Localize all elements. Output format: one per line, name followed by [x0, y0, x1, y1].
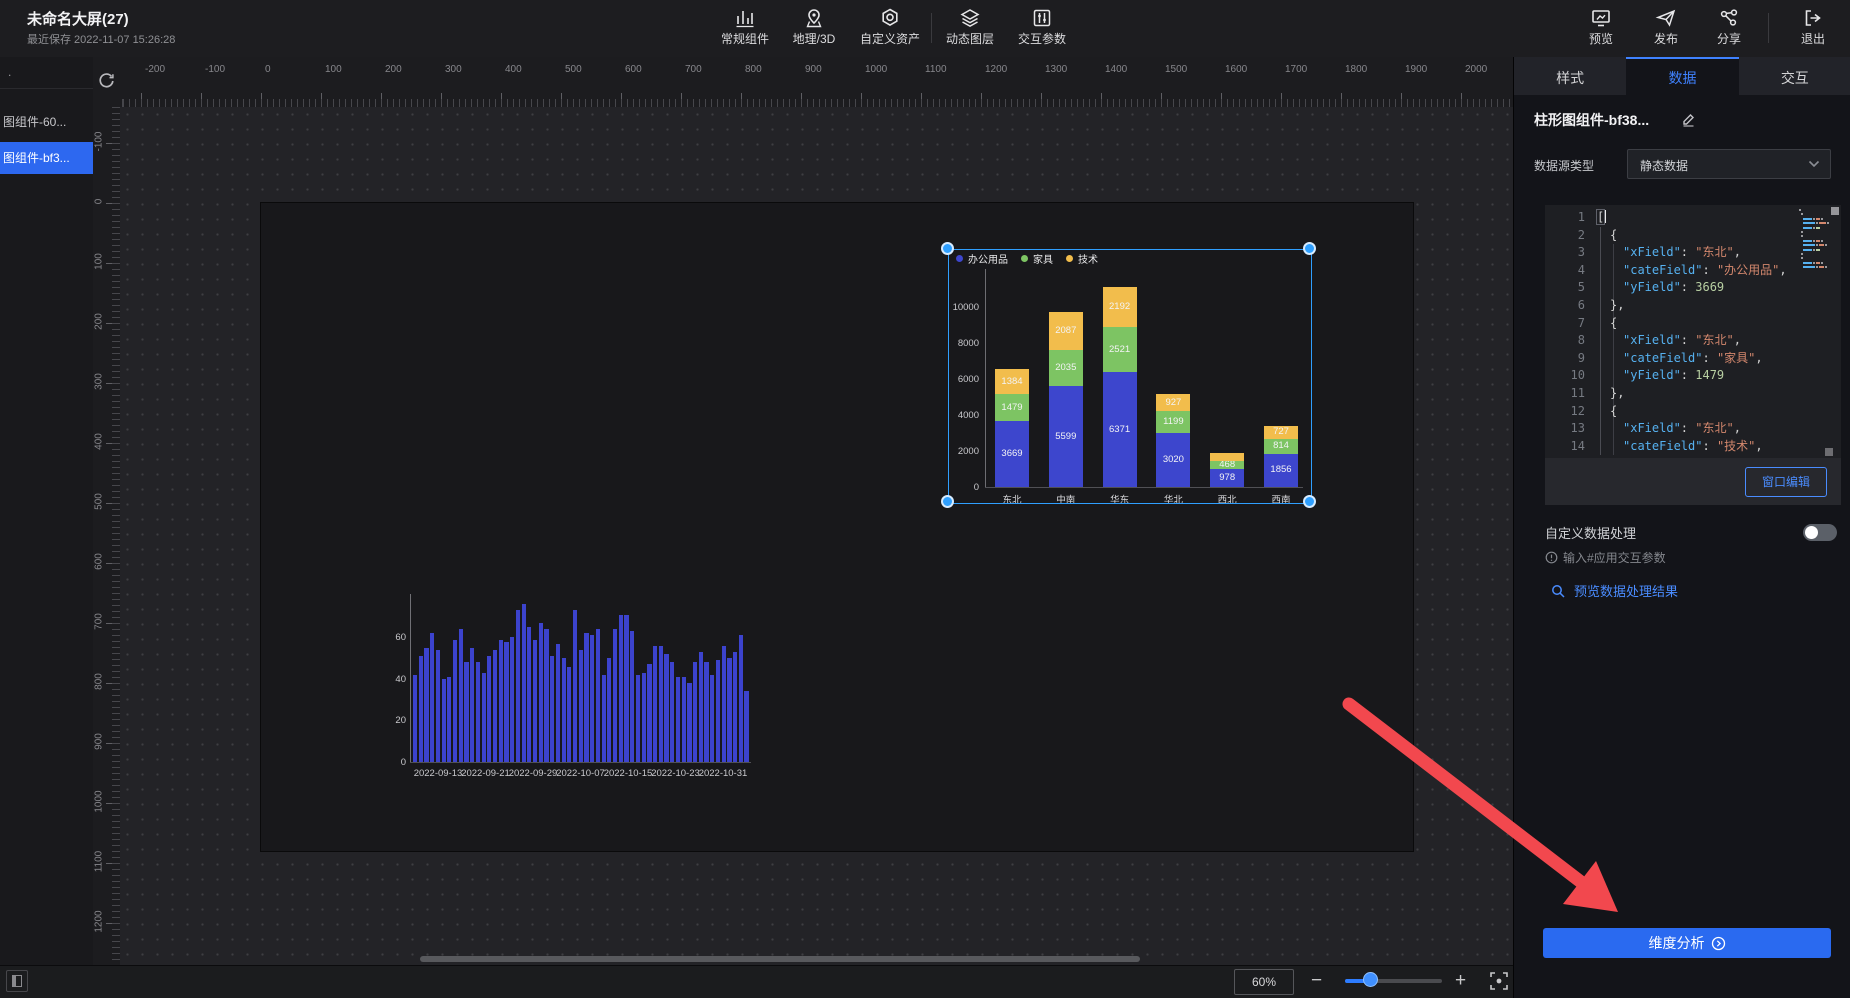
- info-icon: [1545, 551, 1558, 564]
- collapse-panel-button[interactable]: [6, 970, 28, 992]
- toggle-knob: [1805, 526, 1818, 539]
- toolbar-label: 交互参数: [1004, 30, 1080, 47]
- code-line: 6},: [1545, 297, 1841, 315]
- zoom-out-button[interactable]: −: [1311, 966, 1322, 996]
- vertical-ruler: -100010020030040050060070080090010001100…: [93, 107, 121, 965]
- chart-plot: 0200040006000800010000366914791384东北5599…: [948, 249, 1310, 502]
- selection-handle-bottom-right[interactable]: [1303, 495, 1316, 508]
- tab-style[interactable]: 样式: [1514, 57, 1626, 95]
- last-saved-text: 最近保存 2022-11-07 15:26:28: [27, 31, 175, 47]
- code-line: 5"yField": 3669: [1545, 279, 1841, 297]
- share-button[interactable]: 分享: [1691, 5, 1767, 47]
- toolbar-label: 动态图层: [932, 30, 1008, 47]
- code-line: 2{: [1545, 227, 1841, 245]
- component-title: 柱形图组件-bf38...: [1534, 110, 1649, 130]
- code-line: 9"cateField": "家具",: [1545, 350, 1841, 368]
- sliders-icon: [1004, 7, 1080, 29]
- page-title: 未命名大屏(27): [27, 8, 129, 29]
- window-edit-button[interactable]: 窗口编辑: [1745, 467, 1827, 497]
- reset-rotation-icon[interactable]: [97, 71, 116, 95]
- custom-data-processing-toggle[interactable]: [1803, 524, 1837, 541]
- horizontal-scrollbar[interactable]: [420, 956, 1140, 962]
- zoom-value: 60%: [1252, 975, 1276, 989]
- toolbar-divider: [1768, 13, 1769, 43]
- dimension-analysis-button[interactable]: 维度分析: [1543, 928, 1831, 958]
- hint-row: 输入#应用交互参数: [1545, 549, 1666, 566]
- code-line: 3"xField": "东北",: [1545, 244, 1841, 262]
- search-icon: [1551, 584, 1565, 598]
- code-line: 11},: [1545, 385, 1841, 403]
- bar-chart-icon: [707, 7, 783, 29]
- share-nodes-icon: [1691, 7, 1767, 29]
- tab-data[interactable]: 数据: [1626, 57, 1738, 95]
- code-line: 1[: [1545, 209, 1841, 227]
- datasource-select[interactable]: 静态数据: [1627, 149, 1831, 179]
- hexagon-icon: [852, 7, 928, 29]
- datasource-type-label: 数据源类型: [1534, 157, 1594, 174]
- zoom-slider-track[interactable]: [1345, 979, 1442, 983]
- layers-icon: [932, 7, 1008, 29]
- code-line: 4"cateField": "办公用品",: [1545, 262, 1841, 280]
- top-bar: 未命名大屏(27) 最近保存 2022-11-07 15:26:28 常规组件 …: [0, 0, 1850, 58]
- layer-panel-header: .: [8, 65, 11, 79]
- toolbar-label: 自定义资产: [852, 30, 928, 47]
- editor-footer: 窗口编辑: [1545, 458, 1841, 505]
- layer-item[interactable]: 图组件-bf3...: [0, 142, 93, 174]
- stacked-bar-chart-component[interactable]: 办公用品家具技术 0200040006000800010000366914791…: [948, 249, 1310, 502]
- preview-result-label: 预览数据处理结果: [1574, 581, 1678, 600]
- code-line: 8"xField": "东北",: [1545, 332, 1841, 350]
- code-line: 13"xField": "东北",: [1545, 420, 1841, 438]
- exit-icon: [1775, 7, 1850, 29]
- chevron-down-icon: [1808, 160, 1820, 168]
- horizontal-ruler: -200-10001002003004005006007008009001000…: [120, 57, 1513, 108]
- app: 未命名大屏(27) 最近保存 2022-11-07 15:26:28 常规组件 …: [0, 0, 1850, 998]
- code-line: 14"cateField": "技术",: [1545, 438, 1841, 456]
- datasource-value: 静态数据: [1640, 157, 1688, 174]
- zoom-level-box[interactable]: 60%: [1234, 969, 1294, 995]
- divider: [0, 88, 93, 89]
- selection-handle-top-right[interactable]: [1303, 242, 1316, 255]
- code-line: 12{: [1545, 403, 1841, 421]
- zoom-in-button[interactable]: +: [1455, 966, 1466, 996]
- hint-text: 输入#应用交互参数: [1563, 549, 1666, 566]
- settings-panel: 样式 数据 交互 柱形图组件-bf38... 数据源类型 静态数据 1[2{3"…: [1513, 57, 1850, 998]
- toolbar-components-button[interactable]: 常规组件: [707, 5, 783, 47]
- canvas[interactable]: [120, 107, 1513, 965]
- layer-item[interactable]: 图组件-60...: [0, 106, 93, 138]
- selection-handle-top-left[interactable]: [941, 242, 954, 255]
- edit-pencil-icon[interactable]: [1681, 112, 1696, 132]
- panel-icon: [12, 975, 22, 987]
- action-label: 分享: [1691, 30, 1767, 47]
- toolbar-label: 地理/3D: [776, 30, 852, 47]
- code-line: 7{: [1545, 315, 1841, 333]
- zoom-slider-thumb[interactable]: [1363, 972, 1378, 987]
- date-bar-chart-component[interactable]: 02040602022-09-132022-09-212022-09-29202…: [400, 592, 756, 786]
- code-line: 10"yField": 1479: [1545, 367, 1841, 385]
- circle-arrow-icon: [1711, 936, 1726, 951]
- toolbar-custom-assets-button[interactable]: 自定义资产: [852, 5, 928, 47]
- toolbar-label: 常规组件: [707, 30, 783, 47]
- tab-interaction[interactable]: 交互: [1739, 57, 1850, 95]
- selection-handle-bottom-left[interactable]: [941, 495, 954, 508]
- fit-screen-button[interactable]: [1487, 969, 1511, 998]
- exit-button[interactable]: 退出: [1775, 5, 1850, 47]
- bottom-bar: 60% − +: [0, 965, 1513, 998]
- custom-data-processing-label: 自定义数据处理: [1545, 523, 1636, 542]
- toolbar-geo3d-button[interactable]: 地理/3D: [776, 5, 852, 47]
- code-editor[interactable]: 1[2{3"xField": "东北",4"cateField": "办公用品"…: [1545, 205, 1841, 458]
- map-pin-icon: [776, 7, 852, 29]
- action-label: 退出: [1775, 30, 1850, 47]
- toolbar-dynamic-layers-button[interactable]: 动态图层: [932, 5, 1008, 47]
- preview-result-link[interactable]: 预览数据处理结果: [1551, 581, 1678, 600]
- dimension-analysis-label: 维度分析: [1649, 935, 1705, 951]
- ruler-corner: [93, 57, 120, 107]
- toolbar-interaction-params-button[interactable]: 交互参数: [1004, 5, 1080, 47]
- panel-tabs: 样式 数据 交互: [1514, 57, 1850, 95]
- layer-panel: . 图组件-60... 图组件-bf3...: [0, 57, 94, 965]
